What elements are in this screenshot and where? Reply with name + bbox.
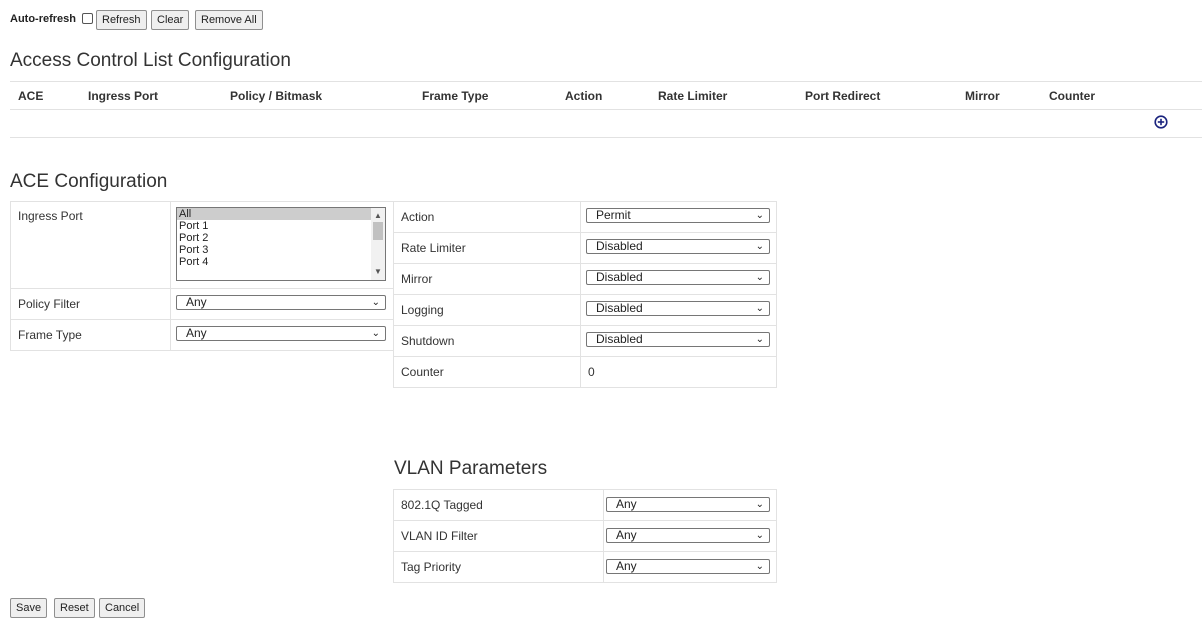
table-row (10, 109, 1202, 138)
col-mirror: Mirror (957, 81, 1041, 110)
logging-select[interactable]: Disabled ⌄ (586, 301, 770, 316)
mirror-label: Mirror (393, 263, 581, 295)
ingress-port-label: Ingress Port (10, 201, 171, 289)
col-ace: ACE (10, 81, 80, 110)
rate-limiter-select[interactable]: Disabled ⌄ (586, 239, 770, 254)
action-select[interactable]: Permit ⌄ (586, 208, 770, 223)
frame-type-label: Frame Type (10, 319, 171, 351)
logging-label: Logging (393, 294, 581, 326)
tag-priority-select[interactable]: Any ⌄ (606, 559, 770, 574)
vid-filter-value: Any (616, 528, 637, 542)
reset-button[interactable]: Reset (54, 598, 95, 618)
listbox-option[interactable]: Port 2 (177, 232, 385, 244)
acl-table: ACE Ingress Port Policy / Bitmask Frame … (10, 81, 1202, 138)
logging-value: Disabled (596, 301, 643, 315)
chevron-down-icon: ⌄ (371, 297, 380, 308)
ace-right-table: Action Rate Limiter Mirror Logging Shutd… (393, 201, 777, 388)
col-rate-limiter: Rate Limiter (650, 81, 797, 110)
chevron-down-icon: ⌄ (755, 210, 764, 221)
col-frame-type: Frame Type (414, 81, 557, 110)
tagged-select[interactable]: Any ⌄ (606, 497, 770, 512)
rate-limiter-value: Disabled (596, 239, 643, 253)
cancel-button[interactable]: Cancel (99, 598, 146, 618)
shutdown-select[interactable]: Disabled ⌄ (586, 332, 770, 347)
chevron-down-icon: ⌄ (755, 303, 764, 314)
chevron-down-icon: ⌄ (755, 561, 764, 572)
auto-refresh-label: Auto-refresh (10, 13, 77, 25)
mirror-value: Disabled (596, 270, 643, 284)
vid-filter-label: VLAN ID Filter (393, 520, 604, 552)
listbox-option[interactable]: Port 3 (177, 244, 385, 256)
tagged-label: 802.1Q Tagged (393, 489, 604, 521)
frame-type-select[interactable]: Any ⌄ (176, 326, 386, 341)
col-actions (1146, 81, 1202, 110)
chevron-down-icon: ⌄ (755, 499, 764, 510)
listbox-option[interactable]: Port 1 (177, 220, 385, 232)
scroll-down-icon[interactable]: ▼ (371, 266, 385, 278)
shutdown-value: Disabled (596, 332, 643, 346)
col-counter: Counter (1041, 81, 1146, 110)
counter-value: 0 (580, 356, 777, 388)
col-action: Action (557, 81, 650, 110)
acl-title: Access Control List Configuration (10, 50, 291, 71)
ace-config-title: ACE Configuration (10, 171, 168, 192)
plus-circle-icon[interactable] (1154, 115, 1168, 129)
chevron-down-icon: ⌄ (371, 328, 380, 339)
col-port-redirect: Port Redirect (797, 81, 957, 110)
vlan-params-title: VLAN Parameters (394, 458, 548, 479)
remove-all-button[interactable]: Remove All (195, 10, 263, 30)
frame-type-value: Any (186, 326, 207, 340)
chevron-down-icon: ⌄ (755, 272, 764, 283)
listbox-option[interactable]: Port 4 (177, 256, 385, 268)
scroll-up-icon[interactable]: ▲ (371, 210, 385, 222)
chevron-down-icon: ⌄ (755, 334, 764, 345)
policy-filter-value: Any (186, 295, 207, 309)
action-value: Permit (596, 208, 631, 222)
auto-refresh-checkbox[interactable] (82, 13, 93, 24)
clear-button[interactable]: Clear (151, 10, 190, 30)
col-ingress-port: Ingress Port (80, 81, 222, 110)
refresh-button[interactable]: Refresh (96, 10, 147, 30)
chevron-down-icon: ⌄ (755, 530, 764, 541)
mirror-select[interactable]: Disabled ⌄ (586, 270, 770, 285)
col-policy-bitmask: Policy / Bitmask (222, 81, 414, 110)
scroll-thumb[interactable] (373, 222, 383, 240)
ingress-port-listbox[interactable]: All Port 1 Port 2 Port 3 Port 4 ▲ ▼ (176, 207, 386, 281)
listbox-option[interactable]: All (177, 208, 385, 220)
vid-filter-select[interactable]: Any ⌄ (606, 528, 770, 543)
policy-filter-select[interactable]: Any ⌄ (176, 295, 386, 310)
tagged-value: Any (616, 497, 637, 511)
policy-filter-label: Policy Filter (10, 288, 171, 320)
tag-priority-value: Any (616, 559, 637, 573)
listbox-scrollbar[interactable]: ▲ ▼ (371, 208, 385, 280)
rate-limiter-label: Rate Limiter (393, 232, 581, 264)
action-label: Action (393, 201, 581, 233)
counter-label: Counter (393, 356, 581, 388)
save-button[interactable]: Save (10, 598, 48, 618)
shutdown-label: Shutdown (393, 325, 581, 357)
tag-priority-label: Tag Priority (393, 551, 604, 583)
chevron-down-icon: ⌄ (755, 241, 764, 252)
